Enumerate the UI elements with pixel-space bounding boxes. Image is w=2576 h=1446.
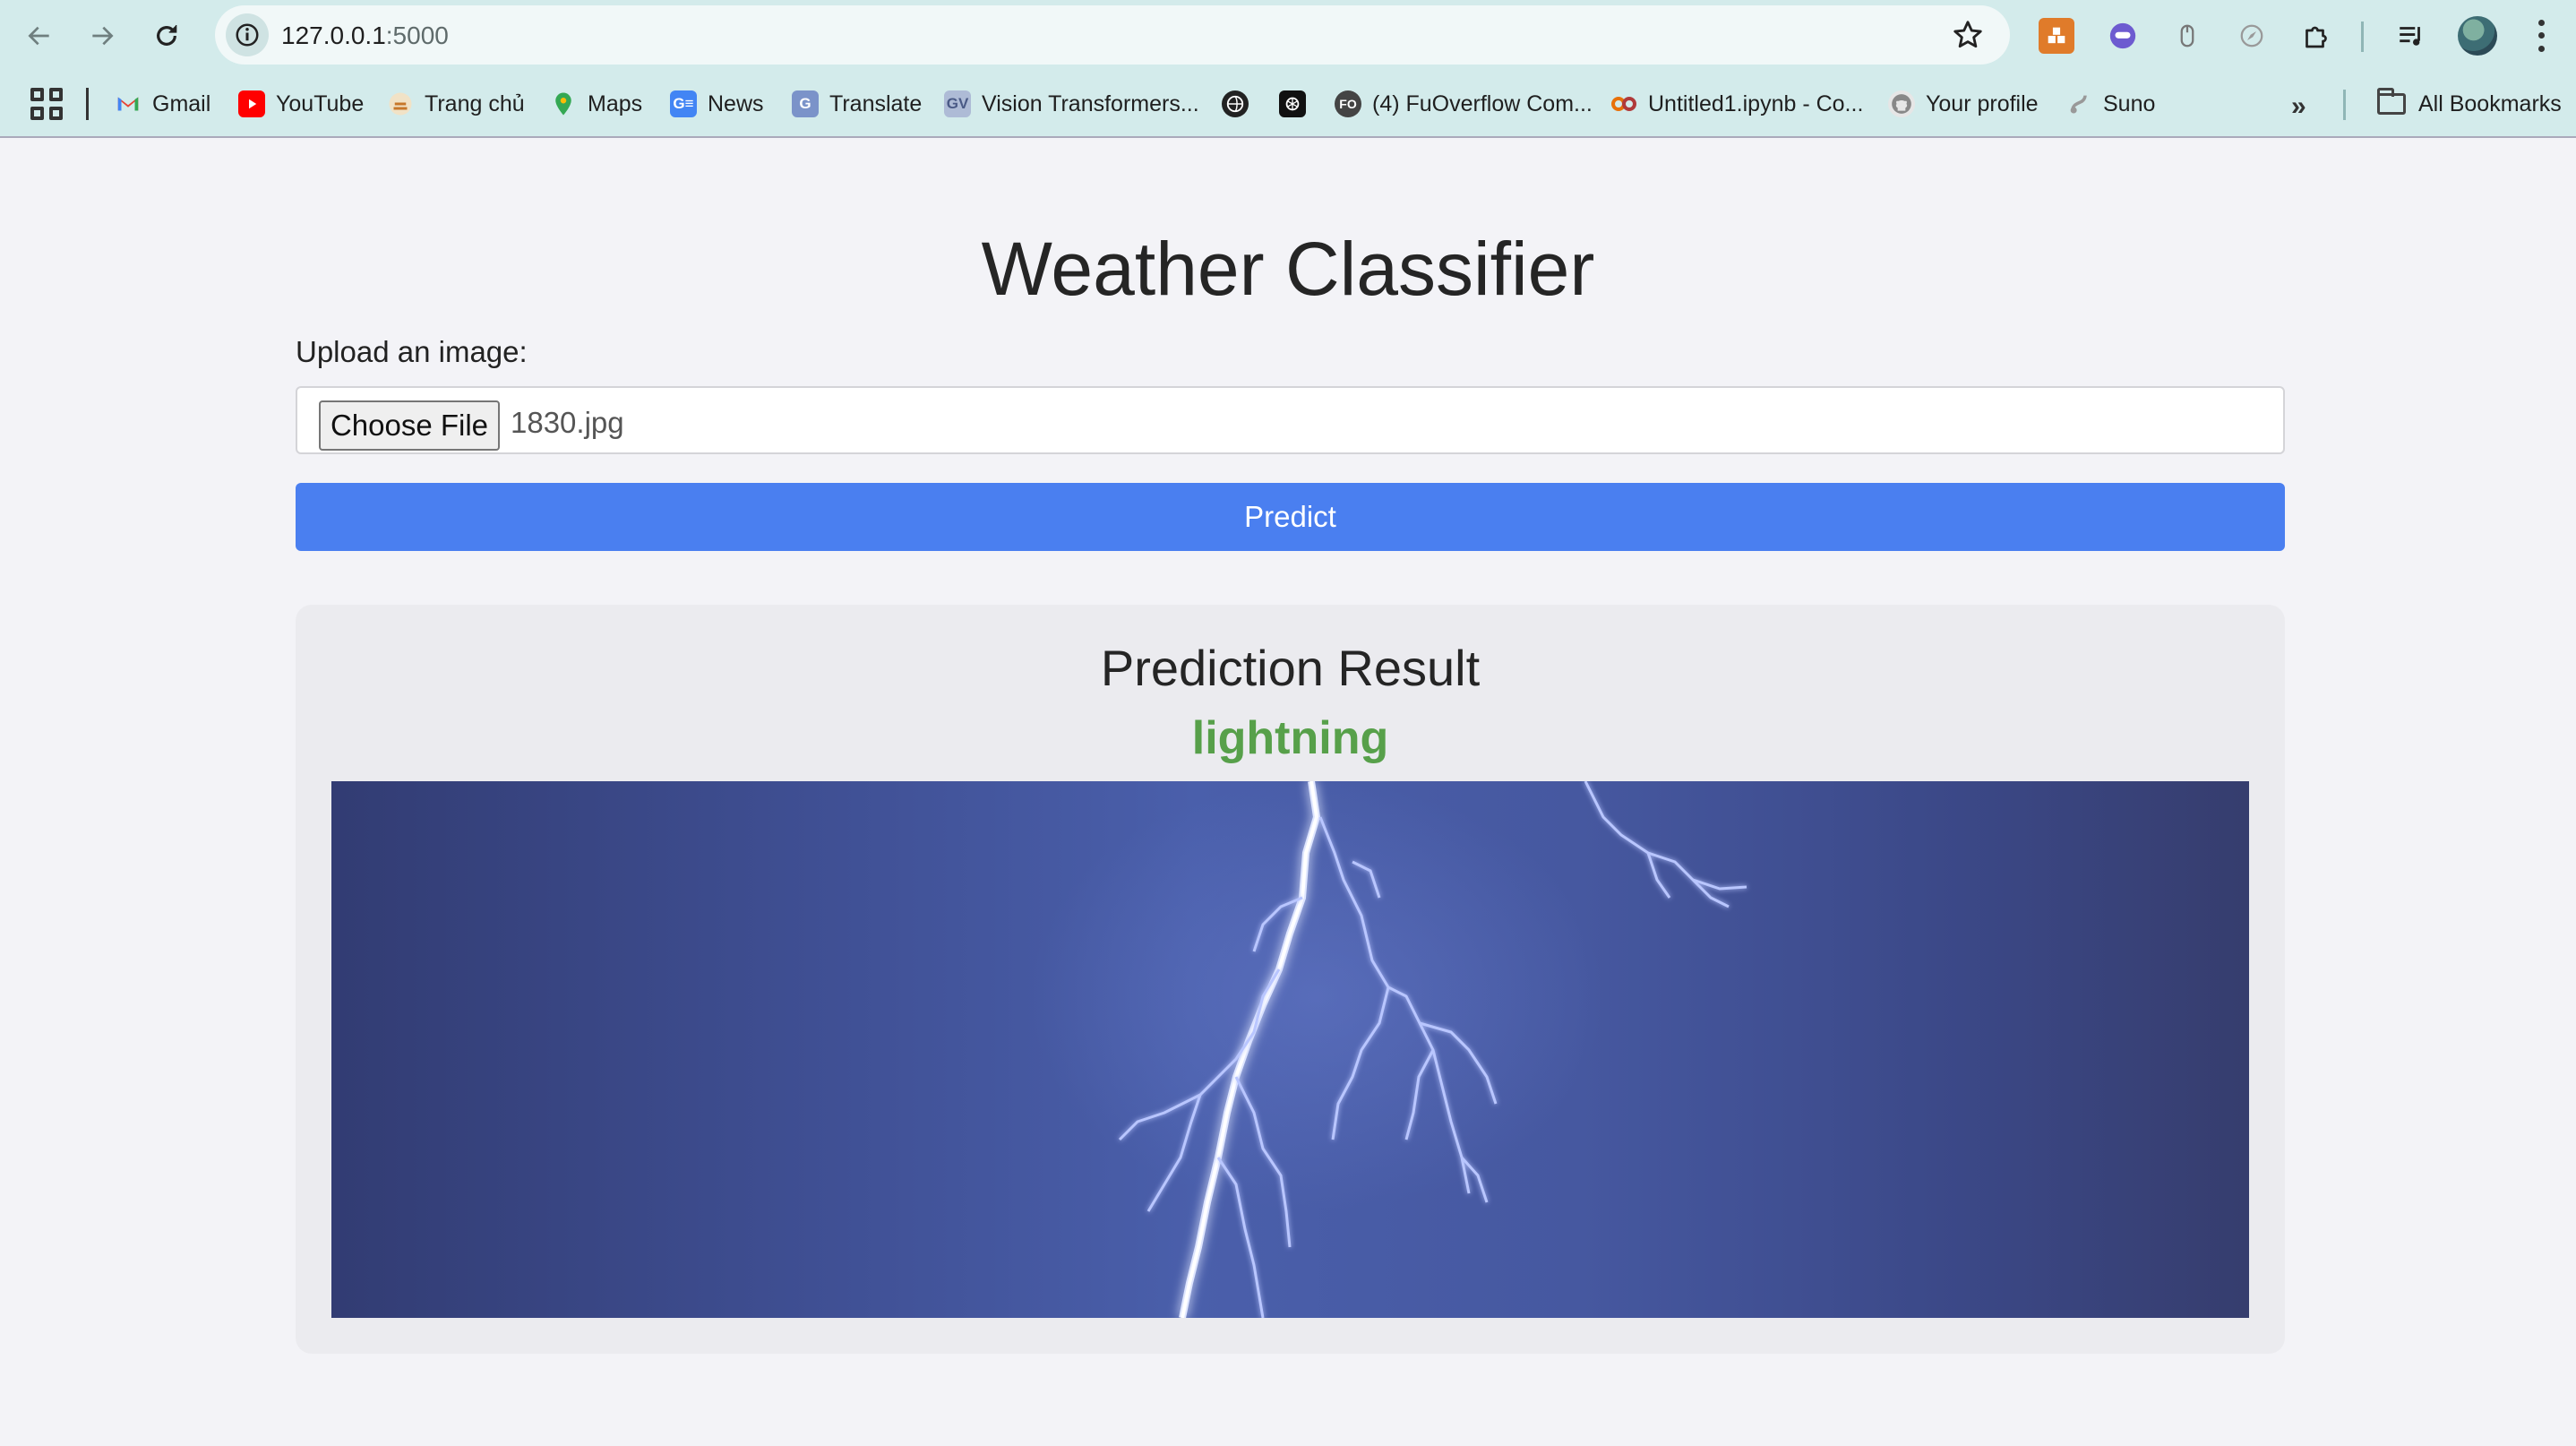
predicted-class: lightning [1191, 712, 1389, 764]
bookmark-label: Untitled1.ipynb - Co... [1648, 90, 1864, 116]
apps-grid-icon[interactable] [30, 88, 63, 120]
all-bookmarks-label: All Bookmarks [2418, 90, 2562, 116]
bookmark-label: Vision Transformers... [982, 90, 1199, 116]
bookmark-label: Suno [2103, 90, 2156, 116]
bookmark-star-icon[interactable] [1951, 18, 1985, 52]
forward-icon[interactable] [79, 13, 125, 59]
openai-icon [1279, 90, 1306, 117]
bookmark-translate[interactable]: G Translate [792, 86, 922, 122]
vision-transformers-icon: GV [944, 90, 971, 117]
bookmark-your-profile[interactable]: Your profile [1888, 86, 2039, 122]
extension-mouse-icon[interactable] [2169, 18, 2205, 54]
more-bookmarks-chevron-icon[interactable]: » [2291, 91, 2306, 122]
gmail-icon [115, 90, 142, 117]
media-controls-icon[interactable] [2393, 18, 2429, 54]
bookmark-label: Gmail [152, 90, 211, 116]
bookmarks-divider-right [2343, 90, 2346, 120]
uploaded-image-preview [331, 781, 2249, 1318]
choose-file-button[interactable]: Choose File [319, 400, 500, 451]
extension-purple-icon[interactable] [2105, 18, 2141, 54]
bookmarks-divider [86, 88, 89, 120]
predict-button[interactable]: Predict [296, 483, 2285, 551]
all-bookmarks-button[interactable]: All Bookmarks [2377, 86, 2562, 122]
bookmark-maps[interactable]: Maps [550, 86, 642, 122]
colab-icon [1610, 90, 1637, 117]
menu-kebab-icon[interactable] [2528, 16, 2555, 56]
bookmark-globe[interactable] [1222, 86, 1249, 122]
bookmark-label: News [708, 90, 764, 116]
profile-avatar[interactable] [2458, 16, 2497, 56]
folder-icon [2377, 88, 2406, 115]
selected-file-name: 1830.jpg [511, 406, 624, 439]
url-host: 127.0.0.1 [281, 22, 386, 49]
suno-icon [2065, 90, 2092, 117]
bookmark-label: Maps [588, 90, 643, 116]
github-icon [1888, 90, 1915, 117]
url-port: :5000 [385, 22, 449, 49]
bookmark-label: YouTube [276, 90, 365, 116]
puzzle-icon[interactable] [2298, 18, 2334, 54]
bookmark-label: Translate [829, 90, 923, 116]
bookmark-trang-chu[interactable]: Trang chủ [387, 86, 525, 122]
youtube-icon [238, 90, 265, 117]
translate-icon: G [792, 90, 819, 117]
extension-orange-icon[interactable] [2039, 18, 2074, 54]
news-icon: G≡ [670, 90, 697, 117]
bookmark-youtube[interactable]: YouTube [238, 86, 364, 122]
browser-toolbar: 127.0.0.1:5000 [0, 0, 2576, 72]
bookmark-openai[interactable] [1279, 86, 1306, 122]
globe-icon [1222, 90, 1249, 117]
upload-label: Upload an image: [296, 335, 528, 368]
bookmark-fuoverflow[interactable]: FO (4) FuOverflow Com... [1335, 86, 1593, 122]
prediction-result-card: Prediction Result lightning [296, 605, 2285, 1354]
bookmark-colab[interactable]: Untitled1.ipynb - Co... [1610, 86, 1863, 122]
url-text: 127.0.0.1:5000 [281, 22, 449, 50]
back-icon[interactable] [16, 13, 63, 59]
bookmark-label: (4) FuOverflow Com... [1372, 90, 1593, 116]
trang-chu-icon [387, 90, 414, 117]
bookmark-label: Trang chủ [425, 90, 525, 116]
toolbar-divider [2361, 22, 2364, 52]
page-title: Weather Classifier [981, 227, 1595, 311]
address-bar[interactable]: 127.0.0.1:5000 [215, 5, 2010, 65]
maps-icon [550, 90, 577, 117]
site-info-icon[interactable] [226, 13, 269, 56]
result-title: Prediction Result [1100, 640, 1481, 696]
lightning-image [958, 781, 1747, 1318]
page-divider [0, 136, 2576, 138]
bookmark-news[interactable]: G≡ News [670, 86, 764, 122]
reload-icon[interactable] [143, 13, 190, 59]
bookmark-label: Your profile [1926, 90, 2039, 116]
bookmark-gmail[interactable]: Gmail [115, 86, 210, 122]
extension-compass-icon[interactable] [2234, 18, 2270, 54]
file-input[interactable]: Choose File 1830.jpg [296, 386, 2285, 454]
bookmark-suno[interactable]: Suno [2065, 86, 2155, 122]
fuoverflow-icon: FO [1335, 90, 1361, 117]
bookmarks-bar: Gmail YouTube Trang chủ Maps G≡ News G T… [0, 72, 2576, 136]
bookmark-vision-transformers[interactable]: GV Vision Transformers... [944, 86, 1199, 122]
